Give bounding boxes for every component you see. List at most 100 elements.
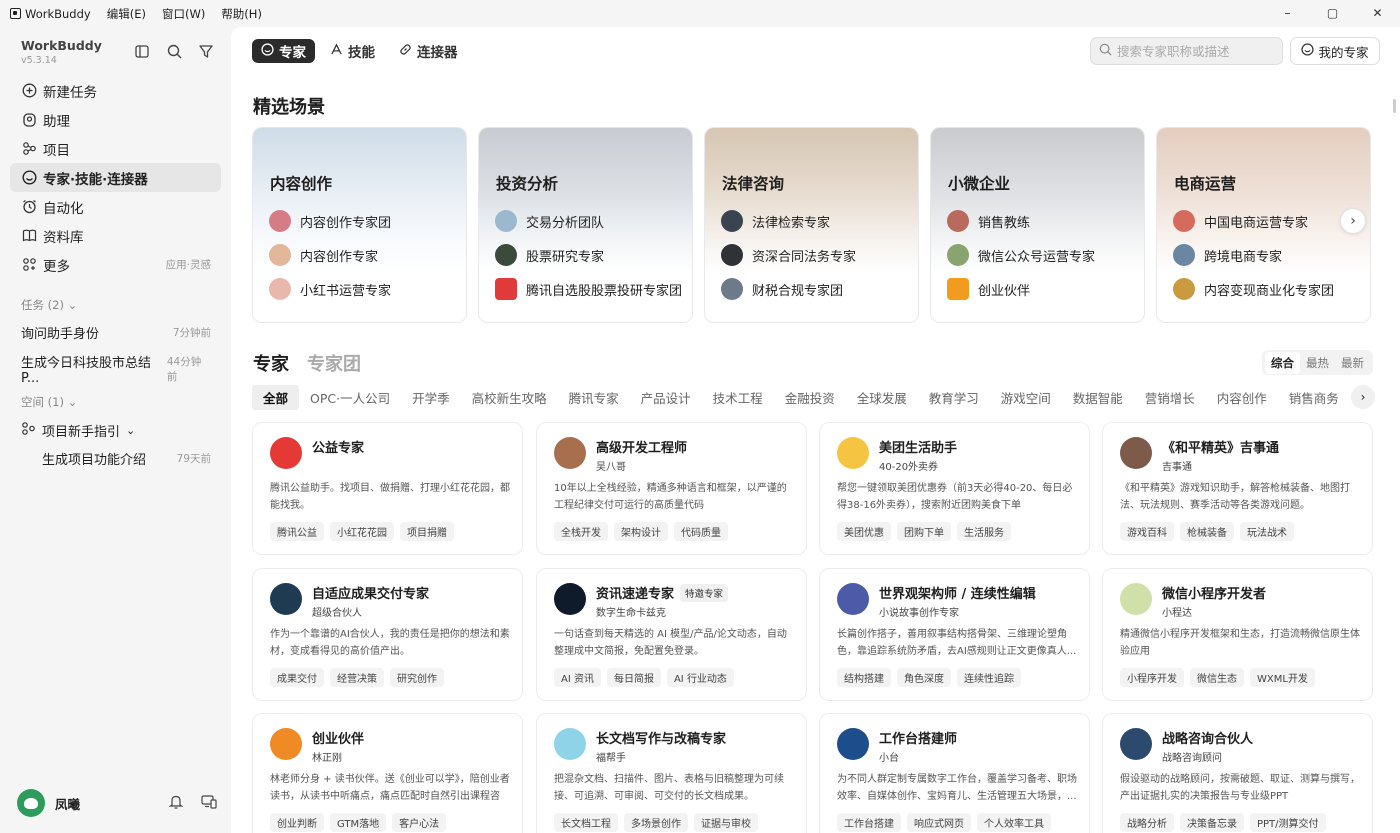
scrollbar[interactable] xyxy=(1393,99,1396,113)
tab-experts[interactable]: 专家 xyxy=(252,39,315,63)
expert-name-row: 资讯速递专家 特邀专家 xyxy=(596,583,729,602)
spaces-header[interactable]: 空间 (1) ⌄ xyxy=(21,394,77,410)
expert-card[interactable]: 《和平精英》吉事通 吉事通 《和平精英》游戏知识助手，解答枪械装备、地图打法、玩法规… xyxy=(1102,422,1373,555)
scene-item[interactable]: 股票研究专家 xyxy=(495,244,604,266)
expert-card[interactable]: 创业伙伴 林正刚 林老师分身 + 读书伙伴。送《创业可以学》，陪创业者读书，从读书中… xyxy=(252,713,523,833)
scene-item[interactable]: 销售教练 xyxy=(947,210,1030,232)
scene-item-label: 资深合同法务专家 xyxy=(752,249,857,265)
nav-new-task[interactable]: 新建任务 xyxy=(10,76,221,105)
category-chip[interactable]: 高校新生攻略 xyxy=(461,385,558,410)
scene-item[interactable]: 创业伙伴 xyxy=(947,278,1030,300)
scene-item[interactable]: 交易分析团队 xyxy=(495,210,604,232)
category-chip[interactable]: 销售商务 xyxy=(1278,385,1350,410)
scene-item[interactable]: 内容变现商业化专家团 xyxy=(1173,278,1334,300)
search-input[interactable] xyxy=(1117,43,1267,59)
scene-card[interactable]: 法律咨询 法律检索专家 资深合同法务专家 财税合规专家团 xyxy=(704,127,919,323)
expert-name-row: 美团生活助手 xyxy=(879,437,957,456)
nav-more[interactable]: 更多 应用·灵感 xyxy=(10,250,221,279)
nav-assistant[interactable]: 助理 xyxy=(10,105,221,134)
category-chip[interactable]: 全部 xyxy=(252,385,300,410)
category-chip[interactable]: 腾讯专家 xyxy=(558,385,630,410)
scene-item[interactable]: 法律检索专家 xyxy=(721,210,830,232)
expert-icon xyxy=(1301,43,1315,59)
category-chip[interactable]: 游戏空间 xyxy=(990,385,1062,410)
tasks-header[interactable]: 任务 (2) ⌄ xyxy=(21,297,77,313)
expert-card[interactable]: 微信小程序开发者 小程达 精通微信小程序开发框架和生态，打造流畅微信原生体验应用 小程… xyxy=(1102,568,1373,701)
sort-new[interactable]: 最新 xyxy=(1335,352,1370,374)
category-chip[interactable]: 技术工程 xyxy=(702,385,774,410)
scene-item-label: 内容创作专家团 xyxy=(300,215,392,231)
sort-toggle: 综合 最热 最新 xyxy=(1262,350,1373,375)
category-chip[interactable]: 全球发展 xyxy=(846,385,918,410)
task-item[interactable]: 生成今日科技股市总结P... 44分钟前 xyxy=(21,352,211,386)
sort-hot[interactable]: 最热 xyxy=(1300,352,1335,374)
menu-window[interactable]: 窗口(W) xyxy=(162,6,205,22)
space-task-item[interactable]: 生成项目功能介绍 79天前 xyxy=(42,449,211,468)
filter-icon[interactable] xyxy=(198,43,214,59)
category-chip[interactable]: 开学季 xyxy=(401,385,461,410)
search-icon[interactable] xyxy=(166,43,182,59)
category-chip[interactable]: 金融投资 xyxy=(774,385,846,410)
scene-item[interactable]: 中国电商运营专家 xyxy=(1173,210,1308,232)
tab-experts-list[interactable]: 专家 xyxy=(253,350,289,376)
expert-card[interactable]: 资讯速递专家 特邀专家 数字生命卡兹克 一句话查到每天精选的 AI 模型/产品/论文动… xyxy=(536,568,807,701)
nav-automation[interactable]: 自动化 xyxy=(10,192,221,221)
scene-card[interactable]: 电商运营 中国电商运营专家 跨境电商专家 内容变现商业化专家团 xyxy=(1156,127,1371,323)
avatar xyxy=(554,728,586,760)
carousel-next-button[interactable]: › xyxy=(1340,208,1366,234)
scene-item[interactable]: 微信公众号运营专家 xyxy=(947,244,1095,266)
expert-card[interactable]: 美团生活助手 40-20外卖券 帮您一键领取美团优惠券（前3天必得40-20、每日必… xyxy=(819,422,1090,555)
chevron-down-icon[interactable]: ⌄ xyxy=(126,424,135,437)
expert-card[interactable]: 长文档写作与改稿专家 福帮手 把混杂文档、扫描件、图片、表格与旧稿整理为可续接、可追… xyxy=(536,713,807,833)
menu-help[interactable]: 帮助(H) xyxy=(221,6,262,22)
expert-card[interactable]: 工作台搭建师 小台 为不同人群定制专属数字工作台，覆盖学习备考、职场效率、自媒体创作… xyxy=(819,713,1090,833)
expert-card[interactable]: 世界观架构师 / 连续性编辑 小说故事创作专家 长篇创作搭子，善用叙事结构搭骨架、三… xyxy=(819,568,1090,701)
avatar[interactable] xyxy=(17,789,45,817)
nav-project[interactable]: 项目 xyxy=(10,134,221,163)
close-button[interactable]: ✕ xyxy=(1355,0,1400,27)
scene-card[interactable]: 小微企业 销售教练 微信公众号运营专家 创业伙伴 xyxy=(930,127,1145,323)
expert-name: 资讯速递专家 xyxy=(596,587,675,602)
scene-item[interactable]: 内容创作专家团 xyxy=(269,210,391,232)
scene-card[interactable]: 内容创作 内容创作专家团 内容创作专家 小红书运营专家 xyxy=(252,127,467,323)
nav-experts-skills-connectors[interactable]: 专家·技能·连接器 xyxy=(10,163,221,192)
category-chip[interactable]: 教育学习 xyxy=(918,385,990,410)
scene-item[interactable]: 内容创作专家 xyxy=(269,244,378,266)
nav-library[interactable]: 资料库 xyxy=(10,221,221,250)
my-experts-button[interactable]: 我的专家 xyxy=(1290,37,1380,65)
minimize-button[interactable]: – xyxy=(1265,0,1310,27)
scene-item[interactable]: 腾讯自选股股票投研专家团 xyxy=(495,278,682,300)
expert-card[interactable]: 公益专家 腾讯公益助手。找项目、做捐赠、打理小红花花园，都能找我。 腾讯公益 小红花花… xyxy=(252,422,523,555)
space-item[interactable]: 项目新手指引 ⌄ xyxy=(21,421,211,440)
scene-item[interactable]: 资深合同法务专家 xyxy=(721,244,856,266)
expert-card[interactable]: 战略咨询合伙人 战略咨询顾问 假设驱动的战略顾问，按需破题、取证、测算与撰写，产出证… xyxy=(1102,713,1373,833)
scene-item[interactable]: 财税合规专家团 xyxy=(721,278,843,300)
task-title: 询问助手身份 xyxy=(21,327,100,342)
category-chip[interactable]: 营销增长 xyxy=(1134,385,1206,410)
category-chip[interactable]: 内容创作 xyxy=(1206,385,1278,410)
menu-edit[interactable]: 编辑(E) xyxy=(107,6,146,22)
avatar xyxy=(947,210,969,232)
tab-skills[interactable]: 技能 xyxy=(321,39,384,63)
task-item[interactable]: 询问助手身份 7分钟前 xyxy=(21,323,211,342)
maximize-button[interactable]: ▢ xyxy=(1310,0,1355,27)
expert-card[interactable]: 高级开发工程师 吴八哥 10年以上全栈经验，精通多种语言和框架，以严谨的工程纪律交付… xyxy=(536,422,807,555)
category-chip[interactable]: 数据智能 xyxy=(1062,385,1134,410)
devices-icon[interactable] xyxy=(201,794,217,813)
tab-connectors[interactable]: 连接器 xyxy=(390,39,467,63)
scene-card[interactable]: 投资分析 交易分析团队 股票研究专家 腾讯自选股股票投研专家团 xyxy=(478,127,693,323)
category-chip[interactable]: 产品设计 xyxy=(630,385,702,410)
sidebar-toggle-icon[interactable] xyxy=(134,43,150,59)
scene-item[interactable]: 跨境电商专家 xyxy=(1173,244,1282,266)
expert-tags: AI 资讯 每日简报 AI 行业动态 xyxy=(554,668,734,687)
scene-item[interactable]: 小红书运营专家 xyxy=(269,278,391,300)
category-chip[interactable]: OPC·一人公司 xyxy=(299,385,401,410)
expert-name: 自适应成果交付专家 xyxy=(312,587,430,602)
sort-overall[interactable]: 综合 xyxy=(1265,351,1300,374)
bell-icon[interactable] xyxy=(168,794,184,813)
category-next-button[interactable]: › xyxy=(1351,385,1375,409)
tab-expert-teams[interactable]: 专家团 xyxy=(307,350,361,376)
tag: 研究创作 xyxy=(390,668,444,687)
search-box[interactable] xyxy=(1090,37,1283,65)
expert-card[interactable]: 自适应成果交付专家 超级合伙人 作为一个靠谱的AI合伙人，我的责任是把你的想法和素材… xyxy=(252,568,523,701)
